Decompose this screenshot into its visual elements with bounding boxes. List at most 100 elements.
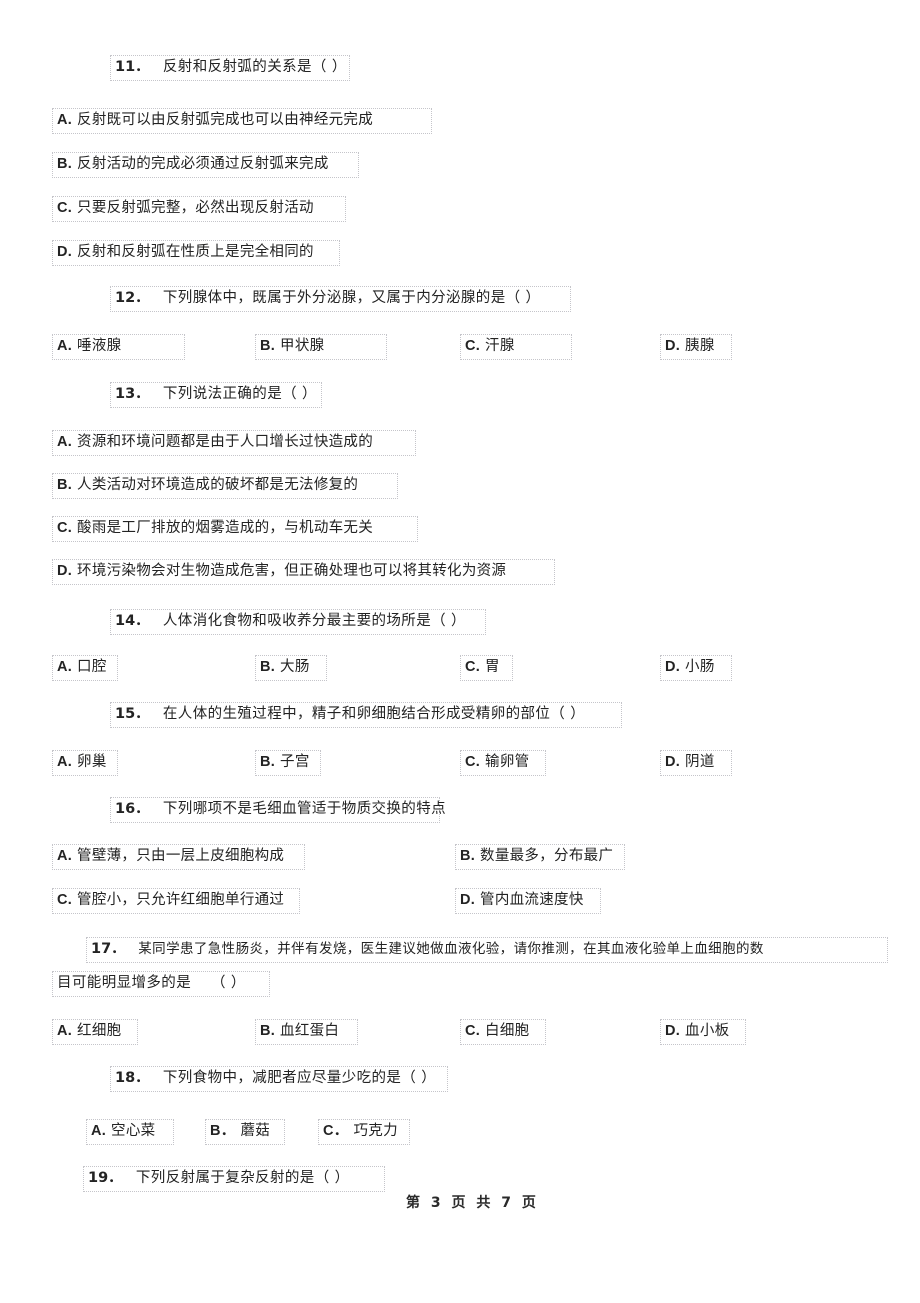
footer-suffix: 页 xyxy=(521,1195,539,1211)
option-text: 甲状腺 xyxy=(280,338,325,354)
question-text-18: 下列食物中，减肥者应尽量少吃的是（ ） xyxy=(162,1070,437,1086)
footer-total-pages: 7 xyxy=(501,1195,514,1211)
option-letter: B. xyxy=(460,848,476,864)
option-letter: B． xyxy=(210,1123,236,1139)
option-text: 环境污染物会对生物造成危害，但正确处理也可以将其转化为资源 xyxy=(77,563,507,579)
option-letter: A. xyxy=(57,434,73,450)
question-number-18: 18． xyxy=(115,1070,150,1086)
option-12-c[interactable]: C. 汗腺 xyxy=(460,334,572,360)
option-letter: D. xyxy=(665,754,681,770)
option-text: 资源和环境问题都是由于人口增长过快造成的 xyxy=(77,434,374,450)
option-15-c[interactable]: C. 输卵管 xyxy=(460,750,546,776)
option-17-b[interactable]: B. 血红蛋白 xyxy=(255,1019,358,1045)
option-text: 口腔 xyxy=(77,659,107,675)
question-number-14: 14． xyxy=(115,613,150,629)
option-letter: B. xyxy=(57,477,73,493)
option-text: 卵巢 xyxy=(77,754,107,770)
question-stem-17-line2: 目可能明显增多的是 （ ） xyxy=(52,971,270,997)
footer-prefix: 第 xyxy=(406,1195,423,1211)
option-15-b[interactable]: B. 子宫 xyxy=(255,750,321,776)
question-stem-16: 16． 下列哪项不是毛细血管适于物质交换的特点 xyxy=(110,797,446,823)
option-15-a[interactable]: A. 卵巢 xyxy=(52,750,118,776)
question-number-13: 13． xyxy=(115,386,150,402)
option-16-a[interactable]: A. 管壁薄，只由一层上皮细胞构成 xyxy=(52,844,305,870)
option-letter: D. xyxy=(57,244,73,260)
option-13-b[interactable]: B. 人类活动对环境造成的破坏都是无法修复的 xyxy=(52,473,398,499)
option-14-a[interactable]: A. 口腔 xyxy=(52,655,118,681)
page-footer: 第 3 页 共 7 页 xyxy=(406,1192,539,1212)
option-text: 血小板 xyxy=(685,1023,730,1039)
option-16-b[interactable]: B. 数量最多，分布最广 xyxy=(455,844,625,870)
question-text-17-line2: 目可能明显增多的是 （ ） xyxy=(57,975,246,991)
question-text-14: 人体消化食物和吸收养分最主要的场所是（ ） xyxy=(162,613,466,629)
option-letter: B. xyxy=(260,659,276,675)
option-text: 反射活动的完成必须通过反射弧来完成 xyxy=(77,156,329,172)
question-stem-17-line1: 17． 某同学患了急性肠炎，并伴有发烧，医生建议她做血液化验，请你推测，在其血液… xyxy=(86,937,888,963)
option-13-a[interactable]: A. 资源和环境问题都是由于人口增长过快造成的 xyxy=(52,430,416,456)
option-12-b[interactable]: B. 甲状腺 xyxy=(255,334,387,360)
option-text: 蘑菇 xyxy=(240,1123,271,1139)
option-letter: B. xyxy=(57,156,73,172)
option-text: 管内血流速度快 xyxy=(480,892,584,908)
option-letter: C. xyxy=(57,892,73,908)
question-number-19: 19． xyxy=(88,1170,123,1186)
option-11-a[interactable]: A. 反射既可以由反射弧完成也可以由神经元完成 xyxy=(52,108,432,134)
option-letter: D. xyxy=(460,892,476,908)
option-letter: A. xyxy=(91,1123,107,1139)
option-text: 数量最多，分布最广 xyxy=(480,848,614,864)
option-letter: A. xyxy=(57,754,73,770)
question-stem-19: 19． 下列反射属于复杂反射的是（ ） xyxy=(83,1166,385,1192)
option-letter: A. xyxy=(57,338,73,354)
option-11-d[interactable]: D. 反射和反射弧在性质上是完全相同的 xyxy=(52,240,340,266)
option-text: 小肠 xyxy=(685,659,715,675)
option-letter: C． xyxy=(323,1123,349,1139)
question-stem-18: 18． 下列食物中，减肥者应尽量少吃的是（ ） xyxy=(110,1066,448,1092)
option-text: 反射和反射弧在性质上是完全相同的 xyxy=(77,244,314,260)
option-text: 巧克力 xyxy=(353,1123,398,1139)
option-15-d[interactable]: D. 阴道 xyxy=(660,750,732,776)
question-text-13: 下列说法正确的是（ ） xyxy=(162,386,317,402)
option-text: 胰腺 xyxy=(685,338,715,354)
question-text-19: 下列反射属于复杂反射的是（ ） xyxy=(135,1170,350,1186)
option-letter: B. xyxy=(260,1023,276,1039)
question-stem-11: 11． 反射和反射弧的关系是（ ） xyxy=(110,55,350,81)
option-17-c[interactable]: C. 白细胞 xyxy=(460,1019,546,1045)
option-18-b[interactable]: B． 蘑菇 xyxy=(205,1119,285,1145)
option-12-a[interactable]: A. 唾液腺 xyxy=(52,334,185,360)
option-18-c[interactable]: C． 巧克力 xyxy=(318,1119,410,1145)
question-number-12: 12． xyxy=(115,290,150,306)
option-16-c[interactable]: C. 管腔小，只允许红细胞单行通过 xyxy=(52,888,300,914)
option-17-a[interactable]: A. 红细胞 xyxy=(52,1019,138,1045)
option-14-d[interactable]: D. 小肠 xyxy=(660,655,732,681)
question-text-12: 下列腺体中，既属于外分泌腺，又属于内分泌腺的是（ ） xyxy=(162,290,541,306)
option-text: 酸雨是工厂排放的烟雾造成的，与机动车无关 xyxy=(77,520,374,536)
option-letter: D. xyxy=(665,338,681,354)
option-letter: A. xyxy=(57,112,73,128)
option-text: 唾液腺 xyxy=(77,338,122,354)
question-number-15: 15． xyxy=(115,706,150,722)
option-text: 管腔小，只允许红细胞单行通过 xyxy=(77,892,285,908)
option-17-d[interactable]: D. 血小板 xyxy=(660,1019,746,1045)
option-text: 输卵管 xyxy=(485,754,530,770)
option-11-c[interactable]: C. 只要反射弧完整，必然出现反射活动 xyxy=(52,196,346,222)
option-18-a[interactable]: A. 空心菜 xyxy=(86,1119,174,1145)
option-14-c[interactable]: C. 胃 xyxy=(460,655,513,681)
option-text: 白细胞 xyxy=(485,1023,530,1039)
exam-page: 11． 反射和反射弧的关系是（ ） A. 反射既可以由反射弧完成也可以由神经元完… xyxy=(0,0,920,1303)
option-13-c[interactable]: C. 酸雨是工厂排放的烟雾造成的，与机动车无关 xyxy=(52,516,418,542)
option-12-d[interactable]: D. 胰腺 xyxy=(660,334,732,360)
option-letter: C. xyxy=(465,754,481,770)
question-number-16: 16． xyxy=(115,801,150,817)
option-14-b[interactable]: B. 大肠 xyxy=(255,655,327,681)
option-11-b[interactable]: B. 反射活动的完成必须通过反射弧来完成 xyxy=(52,152,359,178)
footer-middle: 页 共 xyxy=(451,1195,494,1211)
question-text-16: 下列哪项不是毛细血管适于物质交换的特点 xyxy=(162,801,447,817)
option-13-d[interactable]: D. 环境污染物会对生物造成危害，但正确处理也可以将其转化为资源 xyxy=(52,559,555,585)
option-letter: A. xyxy=(57,1023,73,1039)
question-stem-12: 12． 下列腺体中，既属于外分泌腺，又属于内分泌腺的是（ ） xyxy=(110,286,571,312)
option-text: 红细胞 xyxy=(77,1023,122,1039)
question-text-15: 在人体的生殖过程中，精子和卵细胞结合形成受精卵的部位（ ） xyxy=(162,706,586,722)
option-16-d[interactable]: D. 管内血流速度快 xyxy=(455,888,601,914)
option-letter: B. xyxy=(260,754,276,770)
option-letter: D. xyxy=(665,659,681,675)
